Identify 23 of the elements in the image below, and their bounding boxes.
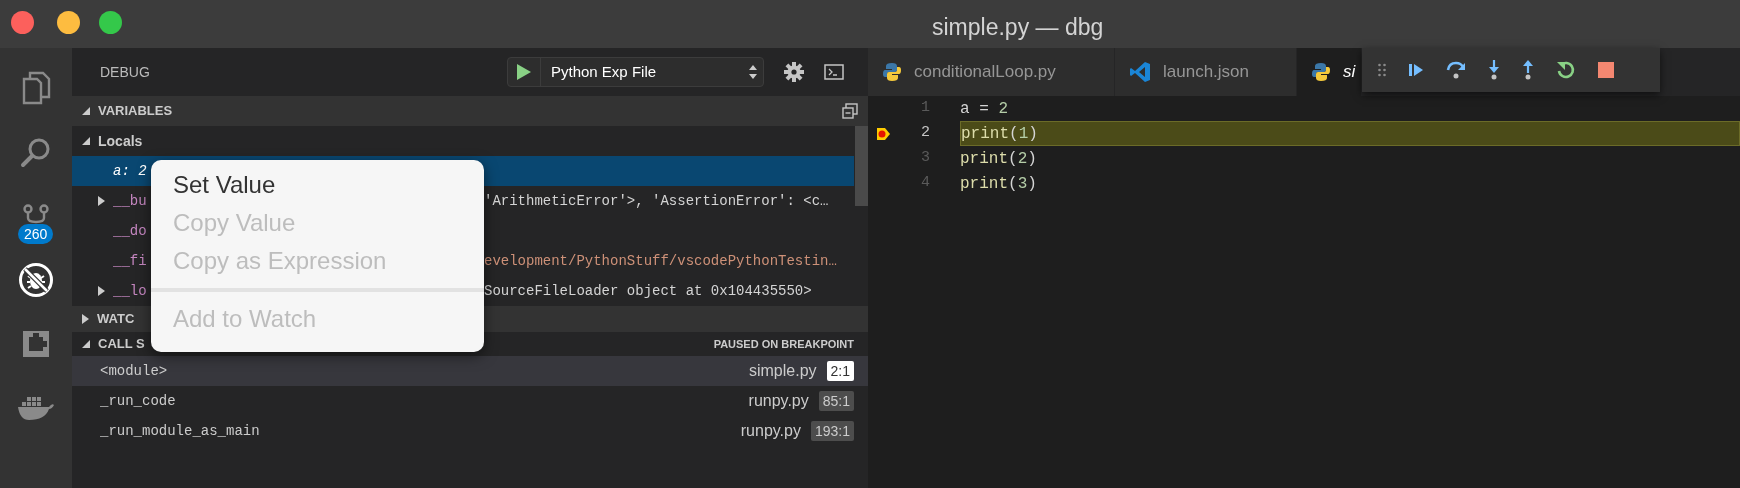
code-line: a = 2 bbox=[960, 98, 1009, 120]
status-label: PAUSED ON BREAKPOINT bbox=[713, 336, 854, 352]
line-badge: 85:1 bbox=[818, 391, 854, 411]
line-badge: 193:1 bbox=[810, 421, 854, 441]
panel-title: DEBUG bbox=[100, 62, 150, 82]
frame-name: _run_code bbox=[100, 391, 176, 411]
file-name: runpy.py bbox=[740, 421, 801, 441]
file-name: runpy.py bbox=[748, 391, 809, 411]
line-number: 1 bbox=[920, 98, 930, 119]
file-name: simple.py bbox=[748, 361, 817, 381]
line-number: 3 bbox=[920, 148, 930, 169]
code-line: print(3) bbox=[960, 173, 1038, 195]
variable-value: evelopment/PythonStuff/vscodePythonTestin… bbox=[484, 251, 838, 271]
line-number: 2 bbox=[920, 123, 930, 144]
code-line: print(2) bbox=[960, 148, 1038, 170]
line-number: 4 bbox=[920, 173, 930, 194]
frame-name: <module> bbox=[100, 361, 168, 381]
line-badge: 2:1 bbox=[826, 361, 854, 381]
frame-name: _run_module_as_main bbox=[100, 421, 260, 441]
window-title: simple.py — dbg bbox=[932, 13, 1104, 42]
variable-value: 'ArithmeticError'>, 'AssertionError': <c… bbox=[484, 191, 830, 211]
variable-value: SourceFileLoader object at 0x104435550> bbox=[484, 281, 813, 301]
count-badge: 260 bbox=[18, 224, 54, 244]
